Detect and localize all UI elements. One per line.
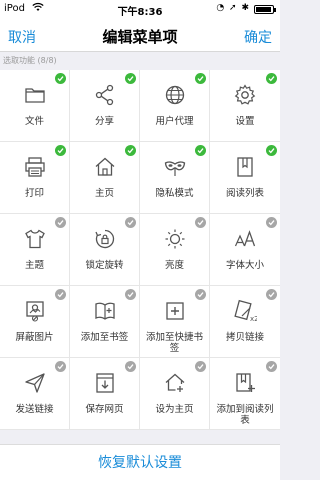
menu-item[interactable]: 屏蔽图片: [0, 286, 70, 358]
menu-item-label: 分享: [94, 116, 114, 127]
check-badge-icon: [266, 217, 277, 228]
folder-icon: [23, 83, 47, 107]
menu-item-label: 主题: [24, 260, 44, 271]
printer-icon: [23, 155, 47, 179]
gear-icon: [233, 83, 257, 107]
check-badge-icon: [125, 73, 136, 84]
check-badge-icon: [55, 289, 66, 300]
check-badge-icon: [195, 289, 206, 300]
menu-item[interactable]: 文件: [0, 70, 70, 142]
copy-link-icon: x2: [233, 299, 257, 323]
tshirt-icon: [23, 227, 47, 251]
check-badge-icon: [125, 217, 136, 228]
menu-item[interactable]: 锁定旋转: [70, 214, 140, 286]
set-home-icon: [163, 371, 187, 395]
menu-item-label: 阅读列表: [225, 188, 264, 199]
menu-item-label: 设为主页: [155, 404, 194, 415]
menu-item[interactable]: 字体大小: [210, 214, 280, 286]
font-size-icon: [233, 227, 257, 251]
menu-item-label: 主页: [94, 188, 114, 199]
battery-icon: [254, 5, 276, 14]
add-quick-bookmark-icon: [163, 299, 187, 323]
check-badge-icon: [266, 361, 277, 372]
page-title: 编辑菜单项: [102, 28, 178, 46]
menu-item[interactable]: 打印: [0, 142, 70, 214]
nav-bar: 取消 编辑菜单项 确定: [0, 20, 280, 52]
menu-item[interactable]: 亮度: [140, 214, 210, 286]
menu-item[interactable]: 添加至快捷书签: [140, 286, 210, 358]
section-label: 选取功能 (8/8): [3, 56, 57, 65]
check-badge-icon: [266, 73, 277, 84]
menu-item[interactable]: 设置: [210, 70, 280, 142]
check-badge-icon: [125, 361, 136, 372]
menu-item[interactable]: 添加至书签: [70, 286, 140, 358]
save-page-icon: [93, 371, 117, 395]
check-badge-icon: [125, 289, 136, 300]
menu-item-label: 文件: [24, 116, 44, 127]
check-badge-icon: [266, 145, 277, 156]
menu-item[interactable]: 设为主页: [140, 358, 210, 430]
menu-item-label: 亮度: [164, 260, 184, 271]
status-bar: iPod 下午8:36 ◔ ➚ ✱: [0, 0, 280, 20]
mask-icon: [163, 155, 187, 179]
check-badge-icon: [266, 289, 277, 300]
menu-item-grid: 文件 分享 用户代理 设置 打印 主页 隐私模式 阅读列表 主题 锁定旋转 亮度 字体大小 屏蔽图片 添加…: [0, 70, 280, 430]
bottom-bar: 恢复默认设置: [0, 444, 280, 480]
menu-item[interactable]: 隐私模式: [140, 142, 210, 214]
menu-item-label: 保存网页: [85, 404, 124, 415]
menu-item-label: 屏蔽图片: [15, 332, 54, 343]
brightness-icon: [163, 227, 187, 251]
menu-item[interactable]: 阅读列表: [210, 142, 280, 214]
add-bookmark-icon: [93, 299, 117, 323]
menu-item-label: 设置: [235, 116, 255, 127]
block-image-icon: [23, 299, 47, 323]
add-reading-list-icon: [233, 371, 257, 395]
menu-item-label: 打印: [24, 188, 44, 199]
menu-item[interactable]: 发送链接: [0, 358, 70, 430]
share-icon: [93, 83, 117, 107]
confirm-button[interactable]: 确定: [244, 27, 272, 47]
menu-item[interactable]: x2 拷贝链接: [210, 286, 280, 358]
send-icon: [23, 371, 47, 395]
check-badge-icon: [195, 145, 206, 156]
menu-item[interactable]: 主页: [70, 142, 140, 214]
globe-icon: [163, 83, 187, 107]
menu-item[interactable]: 主题: [0, 214, 70, 286]
rotation-lock-icon: [93, 227, 117, 251]
menu-item-label: 隐私模式: [155, 188, 194, 199]
menu-item-label: 用户代理: [155, 116, 194, 127]
menu-item-label: 添加至快捷书签: [145, 332, 203, 354]
check-badge-icon: [195, 73, 206, 84]
cancel-button[interactable]: 取消: [8, 27, 36, 47]
home-icon: [93, 155, 117, 179]
menu-item-label: 添加至书签: [80, 332, 129, 343]
check-badge-icon: [125, 145, 136, 156]
check-badge-icon: [195, 217, 206, 228]
menu-item-label: 发送链接: [15, 404, 54, 415]
menu-item[interactable]: 保存网页: [70, 358, 140, 430]
check-badge-icon: [55, 361, 66, 372]
reading-list-icon: [233, 155, 257, 179]
status-icons: ◔ ➚ ✱: [216, 3, 250, 13]
menu-item-label: 添加到阅读列表: [216, 404, 274, 426]
menu-item-label: 拷贝链接: [225, 332, 264, 343]
check-badge-icon: [195, 361, 206, 372]
check-badge-icon: [55, 145, 66, 156]
menu-item[interactable]: 添加到阅读列表: [210, 358, 280, 430]
menu-item-label: 字体大小: [225, 260, 264, 271]
check-badge-icon: [55, 73, 66, 84]
reset-defaults-button[interactable]: 恢复默认设置: [0, 445, 280, 480]
menu-item[interactable]: 分享: [70, 70, 140, 142]
svg-text:x2: x2: [250, 315, 257, 323]
menu-item-label: 锁定旋转: [85, 260, 124, 271]
menu-item[interactable]: 用户代理: [140, 70, 210, 142]
check-badge-icon: [55, 217, 66, 228]
